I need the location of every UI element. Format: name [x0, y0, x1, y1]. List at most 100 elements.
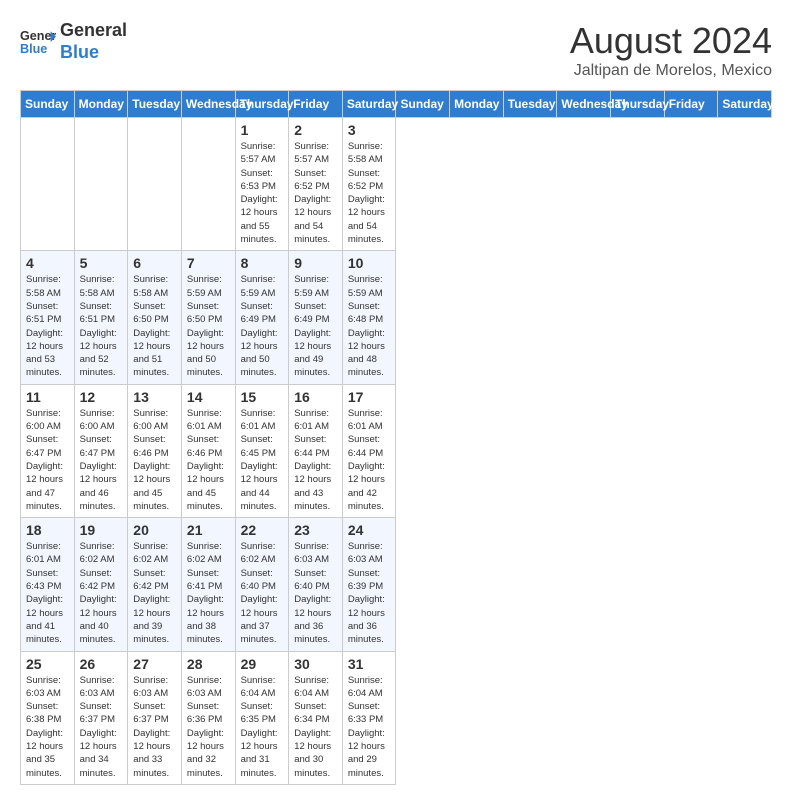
logo: General Blue GeneralBlue — [20, 20, 127, 63]
calendar-cell — [181, 118, 235, 251]
day-info: Sunrise: 6:03 AM Sunset: 6:37 PM Dayligh… — [133, 674, 176, 780]
calendar-cell: 30 Sunrise: 6:04 AM Sunset: 6:34 PM Dayli… — [289, 651, 343, 784]
calendar-cell: 23 Sunrise: 6:03 AM Sunset: 6:40 PM Dayli… — [289, 518, 343, 651]
calendar-cell: 4 Sunrise: 5:58 AM Sunset: 6:51 PM Daylig… — [21, 251, 75, 384]
calendar-cell: 18Sunrise: 6:01 AM Sunset: 6:43 PM Dayli… — [21, 518, 75, 651]
day-info: Sunrise: 6:01 AM Sunset: 6:43 PM Dayligh… — [26, 540, 69, 646]
day-info: Sunrise: 5:57 AM Sunset: 6:53 PM Dayligh… — [241, 140, 284, 246]
calendar-cell: 6Sunrise: 5:58 AM Sunset: 6:50 PM Daylig… — [128, 251, 182, 384]
day-info: Sunrise: 6:01 AM Sunset: 6:44 PM Dayligh… — [294, 407, 337, 513]
weekday-header-sunday: Sunday — [396, 91, 450, 118]
day-info: Sunrise: 6:01 AM Sunset: 6:45 PM Dayligh… — [241, 407, 284, 513]
week-row-2: 4 Sunrise: 5:58 AM Sunset: 6:51 PM Daylig… — [21, 251, 772, 384]
weekday-header-monday: Monday — [74, 91, 128, 118]
day-info: Sunrise: 6:00 AM Sunset: 6:47 PM Dayligh… — [26, 407, 69, 513]
calendar-cell: 8 Sunrise: 5:59 AM Sunset: 6:49 PM Daylig… — [235, 251, 289, 384]
calendar-cell: 25Sunrise: 6:03 AM Sunset: 6:38 PM Dayli… — [21, 651, 75, 784]
calendar-cell: 29 Sunrise: 6:04 AM Sunset: 6:35 PM Dayli… — [235, 651, 289, 784]
calendar-cell: 14 Sunrise: 6:01 AM Sunset: 6:46 PM Dayli… — [181, 384, 235, 517]
day-info: Sunrise: 5:58 AM Sunset: 6:51 PM Dayligh… — [26, 273, 69, 379]
calendar-cell: 22Sunrise: 6:02 AM Sunset: 6:40 PM Dayli… — [235, 518, 289, 651]
day-number: 17 — [348, 389, 391, 405]
day-number: 28 — [187, 656, 230, 672]
calendar-cell: 7 Sunrise: 5:59 AM Sunset: 6:50 PM Daylig… — [181, 251, 235, 384]
calendar-cell: 9Sunrise: 5:59 AM Sunset: 6:49 PM Daylig… — [289, 251, 343, 384]
day-number: 7 — [187, 255, 230, 271]
calendar-cell: 3 Sunrise: 5:58 AM Sunset: 6:52 PM Daylig… — [342, 118, 396, 251]
calendar-cell: 5Sunrise: 5:58 AM Sunset: 6:51 PM Daylig… — [74, 251, 128, 384]
weekday-header-saturday: Saturday — [342, 91, 396, 118]
day-info: Sunrise: 5:59 AM Sunset: 6:48 PM Dayligh… — [348, 273, 391, 379]
location: Jaltipan de Morelos, Mexico — [570, 62, 772, 80]
calendar-cell: 16 Sunrise: 6:01 AM Sunset: 6:44 PM Dayli… — [289, 384, 343, 517]
weekday-header-wednesday: Wednesday — [181, 91, 235, 118]
day-number: 26 — [80, 656, 123, 672]
weekday-header-friday: Friday — [289, 91, 343, 118]
day-info: Sunrise: 6:04 AM Sunset: 6:35 PM Dayligh… — [241, 674, 284, 780]
day-number: 20 — [133, 522, 176, 538]
day-number: 19 — [80, 522, 123, 538]
day-info: Sunrise: 6:00 AM Sunset: 6:46 PM Dayligh… — [133, 407, 176, 513]
day-info: Sunrise: 6:03 AM Sunset: 6:37 PM Dayligh… — [80, 674, 123, 780]
day-number: 3 — [348, 122, 391, 138]
day-info: Sunrise: 6:03 AM Sunset: 6:36 PM Dayligh… — [187, 674, 230, 780]
day-info: Sunrise: 5:58 AM Sunset: 6:50 PM Dayligh… — [133, 273, 176, 379]
day-info: Sunrise: 6:01 AM Sunset: 6:46 PM Dayligh… — [187, 407, 230, 513]
title-block: August 2024 Jaltipan de Morelos, Mexico — [570, 20, 772, 80]
day-number: 16 — [294, 389, 337, 405]
day-number: 14 — [187, 389, 230, 405]
day-number: 11 — [26, 389, 69, 405]
day-number: 8 — [241, 255, 284, 271]
day-info: Sunrise: 6:04 AM Sunset: 6:34 PM Dayligh… — [294, 674, 337, 780]
day-number: 1 — [241, 122, 284, 138]
day-number: 31 — [348, 656, 391, 672]
day-info: Sunrise: 6:00 AM Sunset: 6:47 PM Dayligh… — [80, 407, 123, 513]
day-info: Sunrise: 6:02 AM Sunset: 6:42 PM Dayligh… — [133, 540, 176, 646]
day-info: Sunrise: 6:03 AM Sunset: 6:39 PM Dayligh… — [348, 540, 391, 646]
day-info: Sunrise: 6:03 AM Sunset: 6:38 PM Dayligh… — [26, 674, 69, 780]
svg-text:Blue: Blue — [20, 41, 47, 55]
calendar-cell: 19Sunrise: 6:02 AM Sunset: 6:42 PM Dayli… — [74, 518, 128, 651]
calendar-cell: 20 Sunrise: 6:02 AM Sunset: 6:42 PM Dayli… — [128, 518, 182, 651]
day-info: Sunrise: 5:58 AM Sunset: 6:51 PM Dayligh… — [80, 273, 123, 379]
month-title: August 2024 — [570, 20, 772, 62]
day-number: 30 — [294, 656, 337, 672]
day-info: Sunrise: 6:04 AM Sunset: 6:33 PM Dayligh… — [348, 674, 391, 780]
calendar-cell: 21 Sunrise: 6:02 AM Sunset: 6:41 PM Dayli… — [181, 518, 235, 651]
calendar-cell: 17Sunrise: 6:01 AM Sunset: 6:44 PM Dayli… — [342, 384, 396, 517]
calendar-cell: 13Sunrise: 6:00 AM Sunset: 6:46 PM Dayli… — [128, 384, 182, 517]
logo-icon: General Blue — [20, 24, 56, 60]
day-number: 27 — [133, 656, 176, 672]
calendar-cell: 1 Sunrise: 5:57 AM Sunset: 6:53 PM Daylig… — [235, 118, 289, 251]
weekday-header-tuesday: Tuesday — [128, 91, 182, 118]
calendar-cell: 11 Sunrise: 6:00 AM Sunset: 6:47 PM Dayli… — [21, 384, 75, 517]
calendar-cell: 24 Sunrise: 6:03 AM Sunset: 6:39 PM Dayli… — [342, 518, 396, 651]
day-info: Sunrise: 5:59 AM Sunset: 6:49 PM Dayligh… — [241, 273, 284, 379]
weekday-header-saturday: Saturday — [718, 91, 772, 118]
week-row-3: 11 Sunrise: 6:00 AM Sunset: 6:47 PM Dayli… — [21, 384, 772, 517]
calendar-cell: 26 Sunrise: 6:03 AM Sunset: 6:37 PM Dayli… — [74, 651, 128, 784]
day-number: 4 — [26, 255, 69, 271]
calendar-cell: 27 Sunrise: 6:03 AM Sunset: 6:37 PM Dayli… — [128, 651, 182, 784]
weekday-header-tuesday: Tuesday — [503, 91, 557, 118]
weekday-header-sunday: Sunday — [21, 91, 75, 118]
day-info: Sunrise: 6:03 AM Sunset: 6:40 PM Dayligh… — [294, 540, 337, 646]
day-info: Sunrise: 5:59 AM Sunset: 6:50 PM Dayligh… — [187, 273, 230, 379]
calendar-cell: 31 Sunrise: 6:04 AM Sunset: 6:33 PM Dayli… — [342, 651, 396, 784]
week-row-4: 18Sunrise: 6:01 AM Sunset: 6:43 PM Dayli… — [21, 518, 772, 651]
page-header: General Blue GeneralBlue August 2024 Jal… — [20, 20, 772, 80]
day-number: 21 — [187, 522, 230, 538]
weekday-header-friday: Friday — [664, 91, 718, 118]
day-number: 29 — [241, 656, 284, 672]
calendar-cell — [74, 118, 128, 251]
calendar-header-row: SundayMondayTuesdayWednesdayThursdayFrid… — [21, 91, 772, 118]
day-number: 24 — [348, 522, 391, 538]
day-number: 23 — [294, 522, 337, 538]
weekday-header-wednesday: Wednesday — [557, 91, 611, 118]
day-number: 15 — [241, 389, 284, 405]
day-info: Sunrise: 6:02 AM Sunset: 6:41 PM Dayligh… — [187, 540, 230, 646]
calendar-cell — [21, 118, 75, 251]
calendar-cell: 12Sunrise: 6:00 AM Sunset: 6:47 PM Dayli… — [74, 384, 128, 517]
day-info: Sunrise: 5:58 AM Sunset: 6:52 PM Dayligh… — [348, 140, 391, 246]
calendar-cell: 2Sunrise: 5:57 AM Sunset: 6:52 PM Daylig… — [289, 118, 343, 251]
